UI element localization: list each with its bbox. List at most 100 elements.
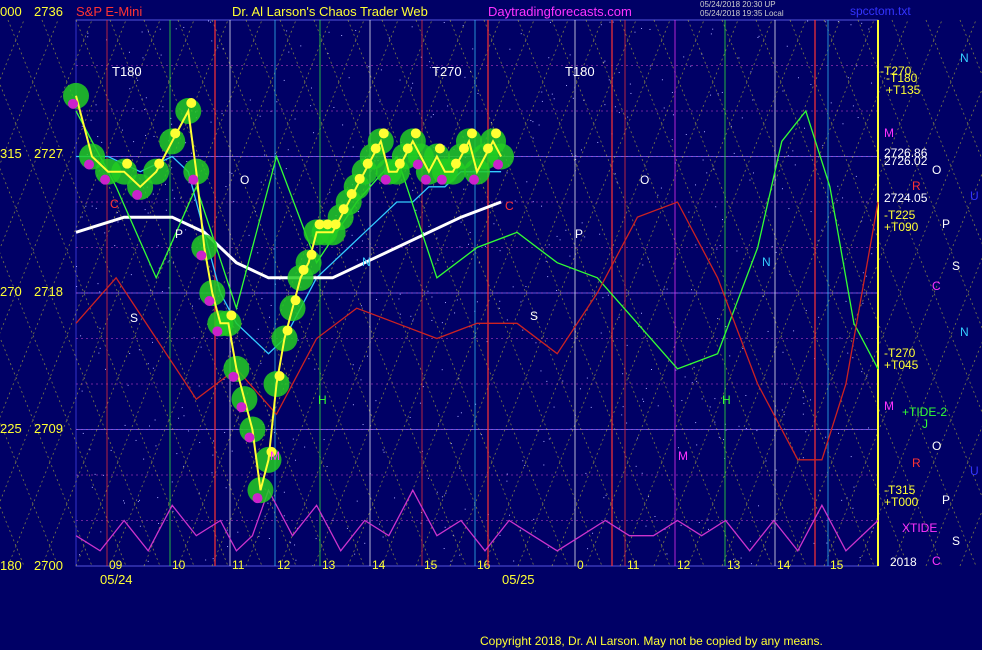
noise-dot bbox=[847, 352, 849, 354]
noise-dot bbox=[310, 87, 312, 89]
noise-dot bbox=[745, 427, 747, 429]
noise-dot bbox=[95, 207, 97, 209]
noise-dot bbox=[618, 316, 620, 318]
noise-dot bbox=[143, 458, 145, 460]
noise-dot bbox=[612, 21, 614, 23]
noise-dot bbox=[499, 534, 501, 536]
noise-dot bbox=[173, 197, 175, 199]
noise-dot bbox=[837, 21, 839, 23]
noise-dot bbox=[399, 313, 401, 315]
price-dot bbox=[434, 143, 445, 154]
noise-dot bbox=[441, 322, 443, 324]
noise-dot bbox=[607, 294, 609, 296]
chart-letter-2: N bbox=[362, 255, 371, 269]
copyright-notice: Copyright 2018, Dr. Al Larson. May not b… bbox=[480, 634, 823, 648]
noise-dot bbox=[85, 205, 87, 207]
noise-dot bbox=[553, 98, 555, 100]
noise-dot bbox=[718, 436, 720, 438]
noise-dot bbox=[845, 300, 847, 302]
noise-dot bbox=[660, 187, 662, 189]
noise-dot bbox=[137, 501, 139, 503]
noise-dot bbox=[602, 297, 604, 299]
hour-label: 15 bbox=[424, 558, 438, 572]
noise-dot bbox=[212, 558, 214, 560]
noise-dot bbox=[257, 252, 259, 254]
noise-dot bbox=[193, 199, 195, 201]
noise-dot bbox=[752, 172, 754, 174]
noise-dot bbox=[548, 244, 550, 246]
lattice-line bbox=[925, 425, 982, 567]
noise-dot bbox=[78, 554, 80, 556]
chart-letter-8: P bbox=[575, 227, 583, 241]
noise-dot bbox=[590, 406, 592, 408]
noise-dot bbox=[543, 440, 545, 442]
price-dot bbox=[68, 98, 78, 109]
noise-dot bbox=[260, 362, 262, 364]
noise-dot bbox=[548, 57, 550, 59]
noise-dot bbox=[270, 304, 272, 306]
noise-dot bbox=[315, 538, 317, 540]
noise-dot bbox=[852, 507, 854, 509]
price-dot bbox=[402, 143, 413, 154]
noise-dot bbox=[810, 84, 812, 86]
noise-dot bbox=[422, 386, 424, 388]
noise-dot bbox=[394, 497, 396, 499]
noise-dot bbox=[138, 349, 140, 351]
noise-dot bbox=[117, 221, 119, 223]
noise-dot bbox=[460, 221, 462, 223]
noise-dot bbox=[749, 540, 751, 542]
noise-dot bbox=[484, 245, 486, 247]
noise-dot bbox=[210, 121, 212, 123]
noise-dot bbox=[129, 88, 131, 90]
price-dot bbox=[290, 295, 301, 306]
noise-dot bbox=[562, 380, 564, 382]
noise-dot bbox=[260, 181, 262, 183]
noise-dot bbox=[342, 124, 344, 126]
noise-dot bbox=[600, 24, 602, 26]
noise-dot bbox=[627, 116, 629, 118]
noise-dot bbox=[264, 515, 266, 517]
noise-dot bbox=[412, 320, 414, 322]
noise-dot bbox=[360, 379, 362, 381]
noise-dot bbox=[634, 31, 636, 33]
noise-dot bbox=[841, 499, 843, 501]
price-dot bbox=[154, 158, 165, 169]
noise-dot bbox=[91, 486, 93, 488]
noise-dot bbox=[498, 307, 500, 309]
noise-dot bbox=[775, 251, 777, 253]
price-dot bbox=[282, 325, 293, 336]
price-dot bbox=[330, 219, 341, 230]
noise-dot bbox=[98, 352, 100, 354]
noise-dot bbox=[249, 99, 251, 101]
noise-dot bbox=[454, 312, 456, 314]
noise-dot bbox=[81, 390, 83, 392]
price-top: 2736 bbox=[34, 4, 63, 19]
noise-dot bbox=[354, 553, 356, 555]
noise-dot bbox=[283, 491, 285, 493]
noise-dot bbox=[388, 37, 390, 39]
noise-dot bbox=[541, 100, 543, 102]
noise-dot bbox=[190, 152, 192, 154]
noise-dot bbox=[460, 412, 462, 414]
noise-dot bbox=[364, 542, 366, 544]
noise-dot bbox=[358, 367, 360, 369]
time-marker-t180: T180 bbox=[112, 64, 142, 79]
noise-dot bbox=[618, 72, 620, 74]
noise-dot bbox=[469, 232, 471, 234]
noise-dot bbox=[323, 439, 325, 441]
hour-label: 13 bbox=[322, 558, 336, 572]
noise-dot bbox=[181, 407, 183, 409]
noise-dot bbox=[865, 275, 867, 277]
noise-dot bbox=[348, 77, 350, 79]
noise-dot bbox=[427, 290, 429, 292]
noise-dot bbox=[661, 79, 663, 81]
timestamp: 05/24/2018 20:30 UP 05/24/2018 19:35 Loc… bbox=[700, 0, 784, 18]
noise-dot bbox=[685, 134, 687, 136]
noise-dot bbox=[452, 260, 454, 262]
noise-dot bbox=[693, 366, 695, 368]
noise-dot bbox=[792, 150, 794, 152]
noise-dot bbox=[147, 31, 149, 33]
noise-dot bbox=[198, 385, 200, 387]
lattice-line bbox=[959, 510, 982, 567]
site-link[interactable]: Daytradingforecasts.com bbox=[488, 4, 632, 19]
